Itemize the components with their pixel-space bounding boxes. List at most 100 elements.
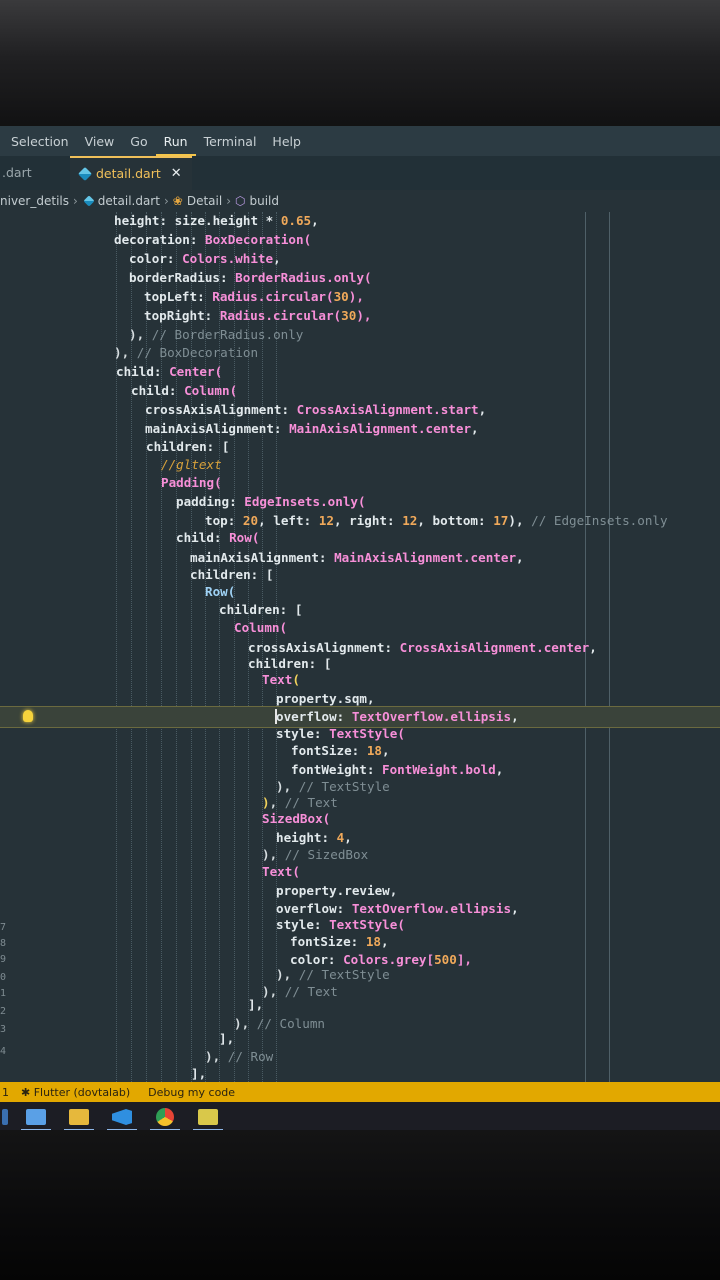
code-token: TextStyle( (329, 726, 405, 741)
code-token: SizedBox( (262, 811, 331, 826)
code-token: ], (191, 1066, 207, 1081)
code-line: Text( (262, 863, 300, 881)
code-token: crossAxisAlignment: (145, 402, 297, 417)
code-token: 18 (366, 743, 382, 758)
status-bar: 1 ✱ Flutter (dovtalab) Debug my code (0, 1082, 720, 1102)
code-token: ), (508, 513, 532, 528)
code-line: Column( (234, 619, 287, 637)
code-token: BorderRadius.only( (235, 270, 372, 285)
code-token: ), (276, 967, 299, 982)
code-token: , (589, 640, 597, 655)
code-line: Text( (262, 671, 300, 689)
code-token: , left: (258, 513, 319, 528)
code-token: 20 (242, 513, 259, 528)
code-token: Radius.circular( (219, 308, 342, 323)
code-token: ), (234, 1016, 257, 1031)
code-token: Padding( (161, 475, 222, 490)
code-token: Center( (169, 364, 223, 379)
code-line: //gltext (161, 456, 222, 474)
code-token: 0.65 (280, 213, 312, 228)
code-token: Row( (229, 530, 260, 545)
menu-run[interactable]: Run (155, 126, 196, 156)
breadcrumb-class[interactable]: Detail (187, 194, 222, 208)
taskbar-app-icon[interactable] (0, 1103, 10, 1131)
code-comment: // Text (284, 984, 338, 999)
taskbar-chrome-icon[interactable] (148, 1103, 182, 1131)
code-token: EdgeInsets.only( (244, 494, 366, 509)
code-token: color: (290, 952, 344, 967)
code-token: ], (219, 1031, 235, 1046)
code-token: overflow: (276, 709, 352, 724)
breadcrumb: niver_detils › detail.dart › ❀ Detail › … (0, 190, 720, 212)
breadcrumb-method[interactable]: build (249, 194, 279, 208)
code-token: ), (262, 847, 285, 862)
code-line: SizedBox( (262, 810, 330, 828)
code-line: topLeft: Radius.circular(30), (144, 288, 364, 306)
code-line: padding: EdgeInsets.only( (176, 493, 366, 511)
code-token: , (495, 762, 504, 777)
code-token: children: [ (219, 602, 303, 617)
code-token: Row( (205, 584, 236, 599)
class-icon: ❀ (172, 194, 183, 208)
code-token: , (516, 550, 524, 565)
dart-file-icon (77, 166, 93, 182)
code-line: topRight: Radius.circular(30), (144, 307, 372, 325)
code-token: ), (348, 289, 364, 304)
code-token: ), (129, 327, 152, 342)
taskbar-app-icon[interactable] (191, 1103, 225, 1131)
code-token: topLeft: (144, 289, 213, 304)
code-token: style: (276, 726, 330, 741)
breadcrumb-folder[interactable]: niver_detils (0, 194, 69, 208)
code-token: children: [ (248, 656, 332, 671)
status-flutter-device[interactable]: ✱ Flutter (dovtalab) (21, 1086, 130, 1099)
code-token: 17 (493, 513, 509, 528)
tab-label: detail.dart (96, 166, 161, 181)
menu-help[interactable]: Help (264, 126, 309, 156)
code-token: MainAxisAlignment.center (334, 550, 517, 565)
tab-previous-file[interactable]: .dart (0, 156, 70, 190)
code-token: Colors.grey[ (343, 952, 435, 967)
code-token: property.review, (276, 883, 398, 898)
menu-terminal[interactable]: Terminal (196, 126, 265, 156)
code-token: , (344, 830, 352, 845)
code-editor[interactable]: 78901234 height: size.height * 0.65, deco… (0, 212, 720, 1082)
code-line: color: Colors.white, (129, 250, 281, 268)
code-line: decoration: BoxDecoration( (114, 231, 311, 249)
code-token: property.sqm, (276, 691, 375, 706)
indent-guide (116, 212, 117, 1082)
lightbulb-icon[interactable] (23, 710, 33, 722)
taskbar-vscode-icon[interactable] (105, 1103, 139, 1131)
line-numbers: 7 8 9 0 1 2 3 4 (0, 212, 8, 1082)
chevron-right-icon: › (72, 194, 78, 208)
code-token: Radius.circular( (212, 289, 334, 304)
close-icon[interactable]: ✕ (171, 159, 182, 189)
menu-bar: Selection View Go Run Terminal Help (0, 126, 720, 156)
code-token: ], (248, 997, 264, 1012)
menu-view[interactable]: View (77, 126, 123, 156)
breadcrumb-file[interactable]: detail.dart (98, 194, 160, 208)
code-token: FontWeight.bold (382, 762, 496, 777)
status-item-count[interactable]: 1 (2, 1086, 9, 1099)
taskbar-explorer-icon[interactable] (19, 1103, 53, 1131)
code-token: , (478, 402, 487, 417)
code-token: TextOverflow.ellipsis (351, 901, 512, 916)
code-comment: // Column (256, 1016, 325, 1031)
status-flutter-label: Flutter (dovtalab) (33, 1085, 131, 1099)
menu-go[interactable]: Go (122, 126, 155, 156)
text-cursor (275, 709, 277, 724)
menu-selection[interactable]: Selection (0, 126, 77, 156)
code-token: , bottom: (417, 513, 494, 528)
status-debug-config[interactable]: Debug my code (148, 1086, 235, 1099)
code-line: ], (219, 1030, 234, 1048)
tab-label: .dart (2, 165, 32, 180)
line-number: 4 (0, 1046, 7, 1057)
tab-detail-dart[interactable]: detail.dart ✕ (70, 156, 192, 190)
code-comment: // TextStyle (298, 967, 390, 982)
code-token: , (273, 251, 281, 266)
code-line: ), // SizedBox (262, 846, 368, 864)
taskbar-folder-icon[interactable] (62, 1103, 96, 1131)
code-token: ), (262, 984, 285, 999)
code-token: ), (276, 779, 299, 794)
dart-file-icon (83, 195, 95, 207)
monitor-bezel-bottom (0, 1130, 720, 1280)
